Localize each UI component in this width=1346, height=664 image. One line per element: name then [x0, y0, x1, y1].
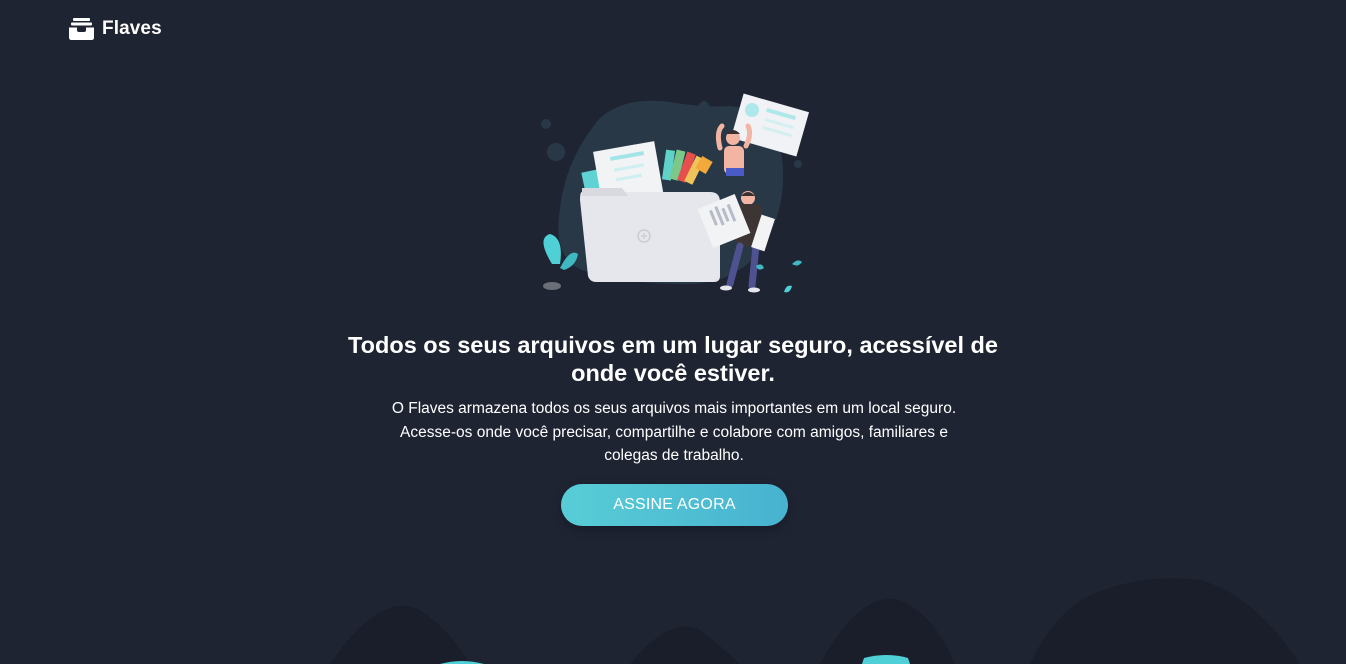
hero-subtitle-line: Acesse-os onde você precisar, compartilh… [400, 423, 948, 441]
landing-page: Flaves Todos os seus arquivos em um luga… [0, 0, 1346, 664]
inbox-tray-icon [69, 18, 94, 40]
hero-subtitle-line: O Flaves armazena todos os seus arquivos… [391, 400, 957, 417]
hero-subtitle: O Flaves armazena todos os seus arquivos… [370, 397, 978, 468]
brand-name: Flaves [102, 18, 162, 39]
background-hills [330, 578, 1300, 664]
hero-illustration [541, 93, 810, 293]
hero-subtitle-line: colegas de trabalho. [604, 447, 744, 464]
hero-title: Todos os seus arquivos em um lugar segur… [348, 332, 998, 386]
subscribe-now-button[interactable]: ASSINE AGORA [561, 484, 788, 526]
site-header: Flaves [68, 17, 162, 41]
